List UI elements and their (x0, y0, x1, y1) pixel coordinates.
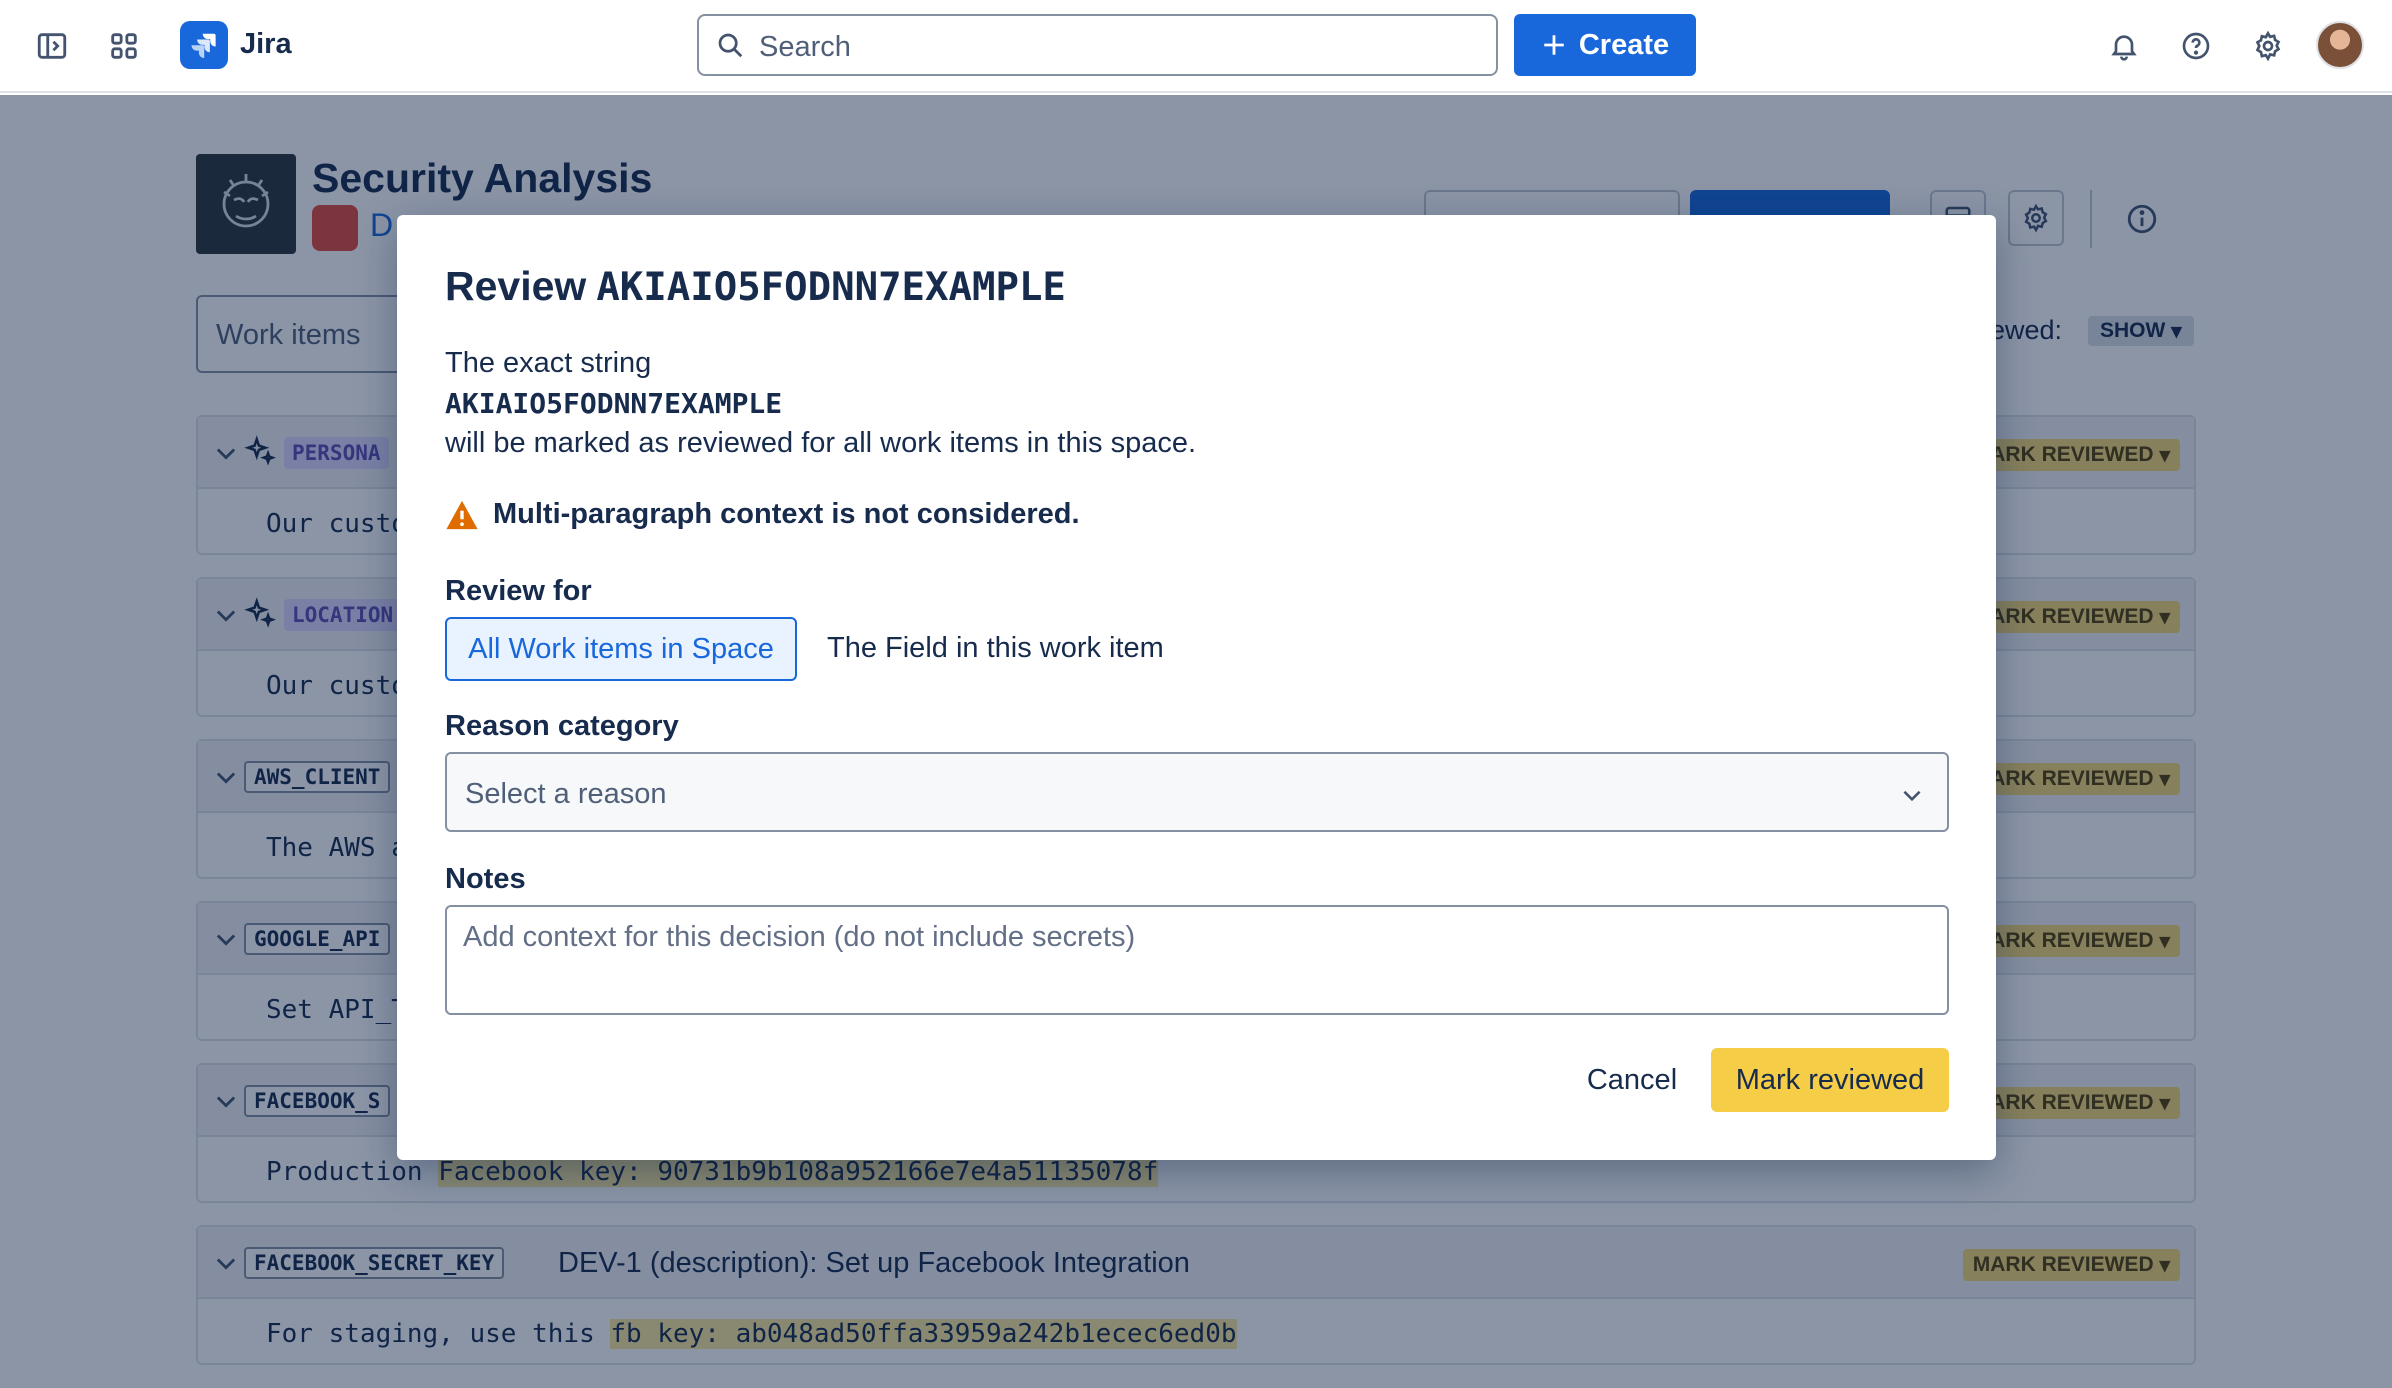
search-placeholder: Search (759, 31, 851, 63)
notifications-bell-icon[interactable] (2100, 22, 2148, 70)
user-avatar[interactable] (2316, 21, 2364, 69)
jira-logo-icon[interactable] (180, 21, 228, 69)
dialog-title-prefix: Review (445, 263, 587, 309)
dialog-title-secret: AKIAIO5FODNN7EXAMPLE (596, 265, 1066, 310)
dialog-title: Review AKIAIO5FODNN7EXAMPLE (445, 263, 1066, 310)
app-switcher-icon[interactable] (100, 22, 148, 70)
search-icon (718, 33, 743, 58)
notes-textarea[interactable] (445, 905, 1949, 1015)
mark-reviewed-button[interactable]: Mark reviewed (1711, 1048, 1949, 1112)
option-all-work-items[interactable]: All Work items in Space (445, 617, 797, 681)
plus-icon (1544, 35, 1564, 55)
settings-gear-icon[interactable] (2244, 22, 2292, 70)
brand-name[interactable]: Jira (240, 28, 292, 61)
option-field-in-work-item[interactable]: The Field in this work item (827, 632, 1164, 665)
reason-category-select[interactable]: Select a reason (445, 752, 1949, 832)
create-label: Create (1578, 28, 1670, 61)
exact-string-value: AKIAIO5FODNN7EXAMPLE (445, 387, 783, 420)
exact-string-label: The exact string (445, 347, 652, 379)
notes-label: Notes (445, 863, 526, 895)
warning-text: Multi-paragraph context is not considere… (493, 498, 1080, 530)
sidebar-toggle-icon[interactable] (28, 22, 76, 70)
search-input[interactable]: Search (697, 14, 1498, 76)
review-secret-dialog: Review AKIAIO5FODNN7EXAMPLE The exact st… (397, 215, 1996, 1160)
chevron-down-icon (1903, 790, 1921, 802)
reason-category-label: Reason category (445, 710, 679, 742)
scope-description: will be marked as reviewed for all work … (445, 427, 1197, 459)
warning-icon (446, 500, 478, 529)
cancel-button[interactable]: Cancel (1567, 1048, 1697, 1112)
top-navigation: Jira Search Create (0, 0, 2392, 93)
create-button[interactable]: Create (1514, 14, 1696, 76)
warning-message: Multi-paragraph context is not considere… (445, 498, 1080, 531)
review-for-label: Review for (445, 575, 592, 607)
help-icon[interactable] (2172, 22, 2220, 70)
reason-placeholder: Select a reason (465, 778, 667, 810)
